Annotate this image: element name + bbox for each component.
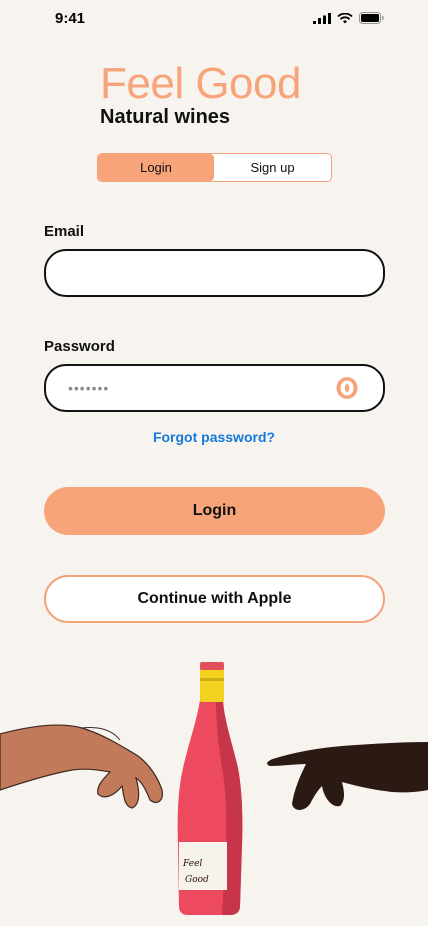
- cellular-signal-icon: [313, 12, 331, 24]
- login-button[interactable]: Login: [44, 487, 385, 535]
- tab-login[interactable]: Login: [98, 154, 214, 181]
- wine-bottle-graphic: Feel Good: [177, 662, 243, 915]
- email-field[interactable]: [46, 251, 383, 295]
- password-label: Password: [44, 338, 115, 355]
- status-time: 9:41: [55, 10, 86, 27]
- auth-segmented-control: Login Sign up: [97, 153, 332, 182]
- password-masked-value: •••••••: [68, 380, 110, 396]
- right-hand-graphic: [267, 742, 428, 810]
- bottle-label-line1: Feel: [182, 859, 202, 869]
- forgot-password-link[interactable]: Forgot password?: [0, 429, 428, 445]
- battery-icon: [359, 12, 384, 24]
- password-field[interactable]: •••••••: [44, 364, 385, 412]
- email-field-container: [44, 249, 385, 297]
- continue-with-apple-button[interactable]: Continue with Apple: [44, 575, 385, 623]
- brand-title: Feel Good: [100, 59, 301, 108]
- status-icons: [313, 12, 384, 24]
- wine-bottle-hands-illustration: Feel Good: [0, 662, 428, 915]
- left-hand-graphic: [0, 724, 163, 809]
- email-label: Email: [44, 223, 85, 240]
- show-password-eye-icon[interactable]: [335, 376, 359, 400]
- tab-sign-up[interactable]: Sign up: [214, 154, 331, 181]
- wifi-icon: [337, 12, 353, 23]
- bottle-label-line2: Good: [185, 875, 209, 885]
- status-bar: 9:41: [0, 0, 428, 36]
- brand-subtitle: Natural wines: [100, 106, 231, 128]
